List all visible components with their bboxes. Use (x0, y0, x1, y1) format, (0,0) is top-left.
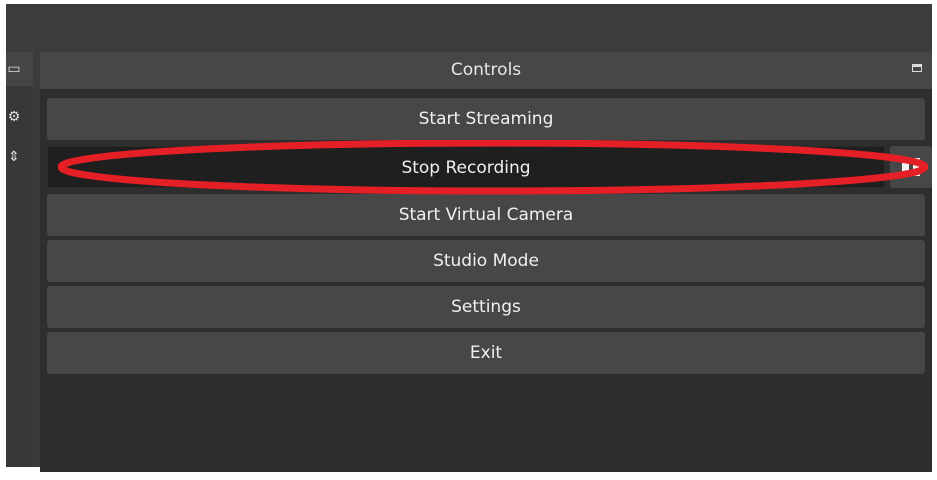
undock-icon[interactable]: ▭ (6, 62, 22, 76)
left-dock-header: ▭ (6, 52, 33, 86)
pause-recording-button[interactable] (890, 146, 932, 188)
start-virtual-camera-button[interactable]: Start Virtual Camera (47, 194, 925, 236)
controls-panel-header: Controls (40, 52, 932, 89)
controls-panel: Controls Start Streaming Stop Recording … (40, 52, 932, 472)
pause-icon (902, 158, 909, 176)
undock-icon[interactable] (912, 64, 922, 72)
stop-recording-button[interactable]: Stop Recording (47, 146, 885, 188)
chevron-updown-icon[interactable]: ⇕ (6, 150, 22, 164)
obs-window: ▭ ⚙ ⇕ Controls Start Streaming Stop Reco… (6, 4, 932, 472)
studio-mode-button[interactable]: Studio Mode (47, 240, 925, 282)
left-dock: ▭ ⚙ ⇕ (6, 52, 33, 467)
exit-button[interactable]: Exit (47, 332, 925, 374)
panel-title: Controls (450, 60, 522, 80)
pause-icon (913, 158, 920, 176)
start-streaming-button[interactable]: Start Streaming (47, 98, 925, 140)
gear-icon[interactable]: ⚙ (6, 110, 22, 124)
settings-button[interactable]: Settings (47, 286, 925, 328)
